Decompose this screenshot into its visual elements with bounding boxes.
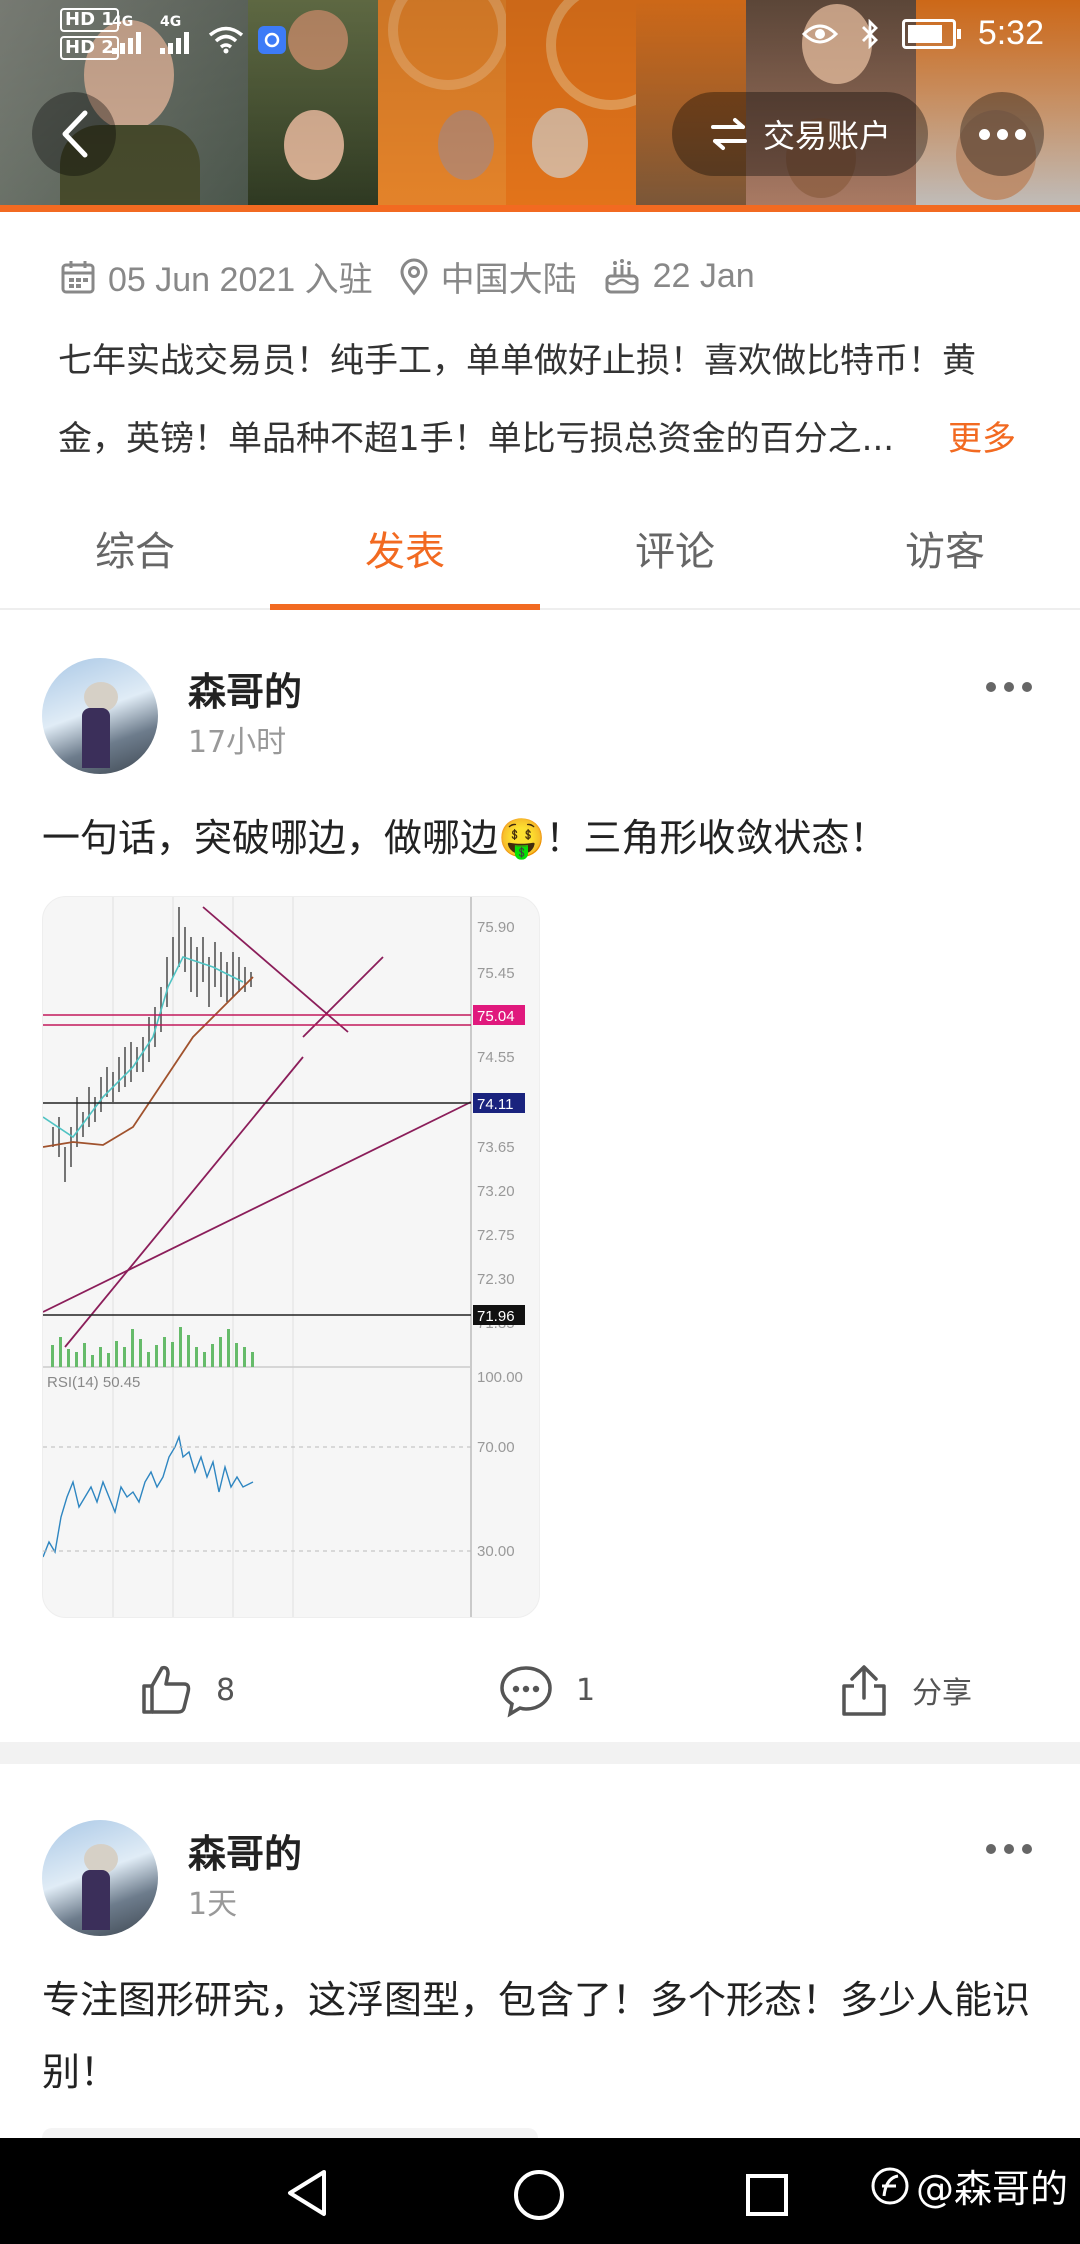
hd1-badge: HD 1	[60, 8, 119, 32]
avatar[interactable]	[42, 658, 158, 774]
price-tick-label: 74.55	[477, 1049, 515, 1066]
share-button[interactable]: 分享	[838, 1662, 972, 1718]
dot	[996, 128, 1008, 140]
system-nav-bar: @森哥的	[0, 2138, 1080, 2244]
battery-icon	[901, 18, 961, 49]
price-tick-label: 72.30	[477, 1271, 515, 1288]
price-level-label: 74.11	[477, 1096, 513, 1113]
like-button[interactable]: 8	[138, 1662, 235, 1718]
like-count: 8	[216, 1672, 236, 1708]
swap-arrows-icon	[710, 118, 747, 150]
post-divider	[0, 1742, 1080, 1764]
post-time: 1天	[188, 1887, 238, 1922]
joined-date-text: 05 Jun 2021 入驻	[108, 261, 373, 299]
watermark-logo-icon	[871, 2167, 909, 2204]
post-meta: 森哥的 17小时	[188, 658, 302, 766]
comment-count: 1	[576, 1672, 596, 1708]
avatar[interactable]	[42, 1820, 158, 1936]
joined-date: 05 Jun 2021 入驻	[60, 252, 373, 301]
post-text: 专注图形研究，这浮图型，包含了！多个形态！多少人能识别！	[42, 1978, 1031, 2094]
signal-icon: 4G	[112, 14, 146, 54]
price-tick-label: 72.75	[477, 1227, 515, 1244]
app-notification-icon	[258, 26, 286, 54]
thumbs-up-icon	[142, 1665, 191, 1714]
price-tick-label: 75.45	[477, 965, 515, 982]
profile-info-row: 05 Jun 2021 入驻 中国大陆 22 Jan	[60, 252, 781, 301]
price-tick-label: 75.90	[477, 919, 515, 936]
post-header: 森哥的 17小时	[42, 658, 302, 774]
post-text: 一句话，突破哪边，做哪边🤑！三角形收敛状态！	[42, 816, 888, 860]
price-level-label: 71.96	[477, 1308, 515, 1325]
tab-overview[interactable]: 综合	[0, 500, 270, 608]
rsi-tick-label: 70.00	[477, 1439, 515, 1456]
profile-bio: 七年实战交易员！纯手工，单单做好止损！喜欢做比特币！黄金，英镑！单品种不超1手！…	[58, 322, 1038, 478]
price-chart: 75.9075.4574.5573.6573.2072.7572.3071.85…	[43, 897, 525, 1617]
profile-banner: HD 1 HD 2 4G 4G 5:32 交易账户	[0, 0, 1080, 212]
signal-icon: 4G	[160, 14, 194, 54]
profile-tabs: 综合 发表 评论 访客	[0, 500, 1080, 610]
status-time: 5:32	[977, 14, 1044, 52]
tab-visitors[interactable]: 访客	[810, 500, 1080, 608]
post-actions: 8 1 分享	[0, 1640, 1080, 1740]
banner-accent-line	[0, 205, 1080, 212]
location-pin-icon	[400, 258, 428, 295]
status-signal-group: 4G 4G	[112, 14, 286, 54]
share-label: 分享	[912, 1676, 972, 1711]
hd2-badge: HD 2	[60, 36, 119, 60]
switch-account-label: 交易账户	[762, 117, 891, 155]
post-image-partial	[42, 2128, 538, 2138]
post-meta: 森哥的 1天	[188, 1820, 302, 1928]
bio-more-link[interactable]: 更多	[948, 400, 1016, 478]
switch-account-button[interactable]: 交易账户	[672, 92, 928, 176]
birthday: 22 Jan	[603, 257, 755, 296]
price-level-label: 75.04	[477, 1008, 515, 1025]
post-author[interactable]: 森哥的	[188, 1826, 302, 1882]
dot	[1014, 128, 1026, 140]
watermark: @森哥的	[870, 2158, 1068, 2213]
rsi-tick-label: 30.00	[477, 1543, 515, 1560]
location: 中国大陆	[399, 252, 577, 301]
more-options-button[interactable]	[960, 92, 1044, 176]
back-triangle-icon[interactable]	[284, 2168, 330, 2218]
bio-text: 七年实战交易员！纯手工，单单做好止损！喜欢做比特币！黄金，英镑！单品种不超1手！…	[58, 341, 976, 459]
calendar-icon	[61, 260, 95, 293]
price-tick-label: 73.20	[477, 1183, 515, 1200]
dot	[1004, 682, 1014, 692]
location-text: 中国大陆	[440, 261, 577, 299]
home-circle-icon[interactable]	[512, 2168, 566, 2222]
recents-square-icon[interactable]	[744, 2172, 790, 2218]
bluetooth-icon	[861, 18, 878, 49]
post-more-button[interactable]	[986, 1844, 1032, 1854]
status-right-group: 5:32	[801, 14, 1044, 53]
indicator-label: RSI(14) 50.45	[47, 1374, 140, 1391]
tab-posts[interactable]: 发表	[270, 500, 540, 610]
share-icon	[842, 1665, 886, 1716]
chevron-left-icon	[62, 110, 88, 158]
post-chart-image[interactable]: 75.9075.4574.5573.6573.2072.7572.3071.85…	[42, 896, 540, 1618]
comment-bubble-icon	[500, 1666, 552, 1718]
comment-button[interactable]: 1	[498, 1662, 595, 1718]
wifi-icon	[208, 26, 244, 54]
net2-label: 4G	[160, 14, 182, 30]
post-time: 17小时	[188, 725, 287, 760]
net1-label: 4G	[112, 14, 134, 30]
rsi-tick-label: 100.00	[477, 1369, 523, 1386]
birthday-text: 22 Jan	[652, 257, 755, 295]
status-hd-indicators: HD 1 HD 2	[60, 8, 119, 64]
post-more-button[interactable]	[986, 682, 1032, 692]
dot	[978, 128, 990, 140]
post-header: 森哥的 1天	[42, 1820, 302, 1936]
back-button[interactable]	[32, 92, 116, 176]
dot	[1022, 1844, 1032, 1854]
dot	[986, 682, 996, 692]
price-tick-label: 73.65	[477, 1139, 515, 1156]
dot	[1004, 1844, 1014, 1854]
tab-comments[interactable]: 评论	[540, 500, 810, 608]
watermark-text: @森哥的	[915, 2167, 1068, 2211]
post-author[interactable]: 森哥的	[188, 664, 302, 720]
eye-icon	[801, 24, 838, 43]
dot	[986, 1844, 996, 1854]
dot	[1022, 682, 1032, 692]
cake-icon	[605, 258, 639, 293]
